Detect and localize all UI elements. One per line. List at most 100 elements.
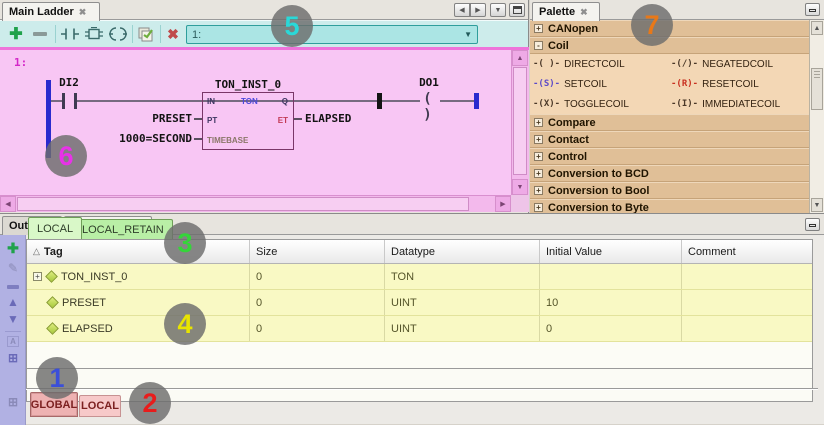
remove-variable-button[interactable] — [7, 285, 19, 289]
rung-select-combobox[interactable]: 1: ▼ — [186, 25, 478, 44]
header-label: Size — [256, 246, 277, 258]
insert-block-button[interactable] — [84, 24, 104, 44]
datatype-cell[interactable]: UINT — [385, 316, 540, 341]
scroll-down-button[interactable]: ▼ — [811, 198, 823, 212]
expand-icon[interactable]: + — [534, 135, 543, 144]
tag-cell[interactable]: ELAPSED — [27, 316, 250, 341]
initial-value-cell[interactable] — [540, 264, 682, 289]
expand-icon[interactable]: + — [534, 118, 543, 127]
tab-main-ladder[interactable]: Main Ladder ✖ — [2, 2, 100, 21]
palette-group-conversion-bool[interactable]: +Conversion to Bool — [530, 182, 809, 199]
expand-icon[interactable]: + — [534, 24, 543, 33]
palette-scroll-thumb[interactable] — [811, 68, 823, 110]
scroll-up-button[interactable]: ▲ — [811, 21, 823, 35]
expand-icon[interactable]: + — [534, 152, 543, 161]
size-cell[interactable]: 0 — [250, 264, 385, 289]
palette-item-setcoil[interactable]: -(S)-SETCOIL — [530, 74, 668, 94]
edit-variable-button[interactable]: ✎ — [0, 261, 26, 275]
scroll-up-button[interactable]: ▲ — [512, 50, 528, 66]
palette-group-conversion-byte[interactable]: +Conversion to Byte — [530, 199, 809, 213]
datatype-cell[interactable]: TON — [385, 264, 540, 289]
add-variable-button[interactable]: ✚ — [0, 240, 26, 257]
scope-tab-local[interactable]: LOCAL — [28, 217, 82, 239]
palette-item-togglecoil[interactable]: -(X)-TOGGLECOIL — [530, 94, 668, 114]
column-header-comment[interactable]: Comment — [682, 240, 812, 263]
hscroll-thumb[interactable] — [17, 197, 469, 211]
palette-item-immediatecoil[interactable]: -(I)-IMMEDIATECOIL — [668, 94, 809, 114]
column-header-size[interactable]: Size — [250, 240, 385, 263]
annotation-circle-5: 5 — [271, 5, 313, 47]
close-icon[interactable]: ✖ — [580, 7, 588, 18]
delete-button[interactable]: ✖ — [164, 24, 182, 44]
tag-cell[interactable]: PRESET — [27, 290, 250, 315]
insert-contact-button[interactable] — [60, 24, 80, 44]
contact-operand-label[interactable]: DI2 — [46, 76, 92, 89]
tag-cell[interactable]: + TON_INST_0 — [27, 264, 250, 289]
move-up-button[interactable]: ▲ — [0, 295, 26, 309]
scroll-left-button[interactable]: ◀ — [0, 196, 16, 212]
comment-cell[interactable] — [682, 264, 812, 289]
ladder-horizontal-scrollbar[interactable]: ◀ ▶ — [0, 195, 511, 212]
palette-group-coil[interactable]: - Coil — [530, 37, 809, 54]
column-header-tag[interactable]: △ Tag — [27, 240, 250, 263]
immediatecoil-glyph-icon: -(I)- — [671, 99, 698, 109]
vscroll-thumb[interactable] — [513, 67, 527, 175]
et-operand-label[interactable]: ELAPSED — [305, 112, 351, 125]
tab-list-button[interactable]: ▼ — [490, 3, 506, 17]
ton-function-block[interactable]: IN TON Q PT ET TIMEBASE — [202, 92, 294, 150]
coil-operand-label[interactable]: DO1 — [404, 76, 454, 89]
palette-group-control[interactable]: +Control — [530, 148, 809, 165]
close-icon[interactable]: ✖ — [79, 7, 87, 18]
comment-cell[interactable] — [682, 316, 812, 341]
expand-icon[interactable]: + — [534, 169, 543, 178]
table-row[interactable]: ELAPSED 0 UINT 0 — [27, 316, 812, 342]
initial-value-cell[interactable]: 10 — [540, 290, 682, 315]
block-instance-label[interactable]: TON_INST_0 — [200, 78, 296, 91]
ladder-vertical-scrollbar[interactable]: ▲ ▼ — [511, 50, 529, 195]
add-rung-button[interactable]: ✚ — [6, 24, 26, 44]
tab-palette[interactable]: Palette ✖ — [532, 2, 600, 21]
datatype-cell[interactable]: UINT — [385, 290, 540, 315]
scope-tab-local-bottom[interactable]: LOCAL — [79, 395, 121, 417]
table-row[interactable]: + TON_INST_0 0 TON — [27, 264, 812, 290]
collapse-icon[interactable]: - — [534, 41, 543, 50]
minimize-palette-button[interactable] — [805, 3, 820, 16]
initial-value-cell[interactable]: 0 — [540, 316, 682, 341]
palette-group-conversion-bcd[interactable]: +Conversion to BCD — [530, 165, 809, 182]
paste-button[interactable] — [136, 24, 156, 44]
expand-icon[interactable]: + — [33, 272, 42, 281]
export-table-button[interactable]: ⊞ — [0, 351, 26, 365]
palette-group-contact[interactable]: +Contact — [530, 131, 809, 148]
size-cell[interactable]: 0 — [250, 290, 385, 315]
insert-coil-button[interactable] — [108, 24, 128, 44]
table-row[interactable]: PRESET 0 UINT 10 — [27, 290, 812, 316]
annotation-number: 7 — [644, 10, 659, 41]
remove-rung-button[interactable] — [30, 24, 50, 44]
import-table-button[interactable]: ⊞ — [0, 395, 26, 409]
maximize-panel-button[interactable] — [509, 3, 525, 17]
rename-variable-button[interactable]: A — [7, 336, 19, 347]
column-header-datatype[interactable]: Datatype — [385, 240, 540, 263]
palette-item-resetcoil[interactable]: -(R)-RESETCOIL — [668, 74, 809, 94]
scroll-right-button[interactable]: ▶ — [495, 196, 511, 212]
scroll-left-icon: ◀ — [5, 200, 10, 208]
expand-icon[interactable]: + — [534, 186, 543, 195]
palette-item-negatedcoil[interactable]: -(/)-NEGATEDCOIL — [668, 54, 809, 74]
palette-group-compare[interactable]: +Compare — [530, 114, 809, 131]
coil-symbol[interactable]: ( ) — [414, 91, 444, 123]
scroll-tabs-right-button[interactable]: ▶ — [470, 3, 486, 17]
minimize-variables-button[interactable] — [805, 218, 820, 231]
timebase-operand-label[interactable]: 1000=SECOND — [90, 132, 192, 145]
size-cell[interactable]: 0 — [250, 316, 385, 341]
palette-item-directcoil[interactable]: -( )-DIRECTCOIL — [530, 54, 668, 74]
scroll-tabs-left-button[interactable]: ◀ — [454, 3, 470, 17]
pt-operand-label[interactable]: PRESET — [120, 112, 192, 125]
negatedcoil-glyph-icon: -(/)- — [671, 59, 698, 69]
comment-cell[interactable] — [682, 290, 812, 315]
column-header-initial-value[interactable]: Initial Value — [540, 240, 682, 263]
move-down-button[interactable]: ▼ — [0, 312, 26, 326]
expand-icon[interactable]: + — [534, 203, 543, 212]
scroll-down-button[interactable]: ▼ — [512, 179, 528, 195]
scope-tab-local-retain[interactable]: LOCAL_RETAIN — [73, 219, 173, 239]
palette-scrollbar[interactable]: ▲ ▼ — [809, 20, 824, 213]
